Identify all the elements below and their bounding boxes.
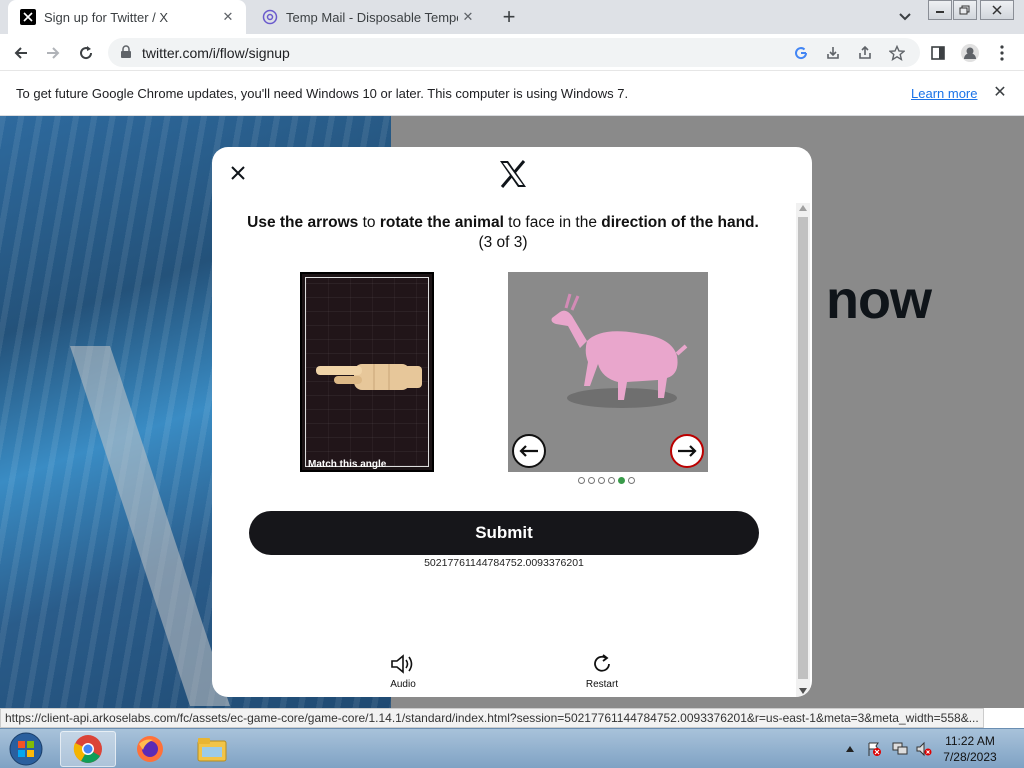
folder-icon [197, 738, 227, 762]
link-status-bar: https://client-api.arkoselabs.com/fc/ass… [0, 708, 984, 728]
minimize-button[interactable] [928, 0, 952, 20]
restart-label: Restart [585, 679, 619, 690]
progress-dot [588, 477, 595, 484]
restart-icon [589, 652, 615, 676]
progress-dot [578, 477, 585, 484]
profile-avatar-icon[interactable] [957, 40, 983, 66]
x-logo-icon [20, 9, 36, 25]
submit-button[interactable]: Submit [249, 511, 759, 555]
bookmark-star-icon[interactable] [888, 44, 906, 62]
browser-toolbar: twitter.com/i/flow/signup [0, 34, 1024, 71]
close-window-button[interactable] [980, 0, 1014, 20]
url-text: twitter.com/i/flow/signup [142, 45, 290, 61]
lock-icon [120, 45, 132, 64]
rotate-left-button[interactable] [512, 434, 546, 468]
system-clock[interactable]: 11:22 AM 7/28/2023 [940, 733, 1000, 765]
forward-arrow-icon[interactable] [40, 40, 66, 66]
chevron-down-icon[interactable] [896, 8, 914, 26]
tab-temp-mail[interactable]: Temp Mail - Disposable Temporary ✕ [250, 0, 486, 34]
address-bar[interactable]: twitter.com/i/flow/signup [108, 38, 920, 67]
rotate-right-button[interactable] [670, 434, 704, 468]
pointing-hand-icon [316, 364, 422, 390]
google-icon[interactable] [792, 44, 810, 62]
learn-more-link[interactable]: Learn more [911, 86, 977, 101]
instruction-part: to face in the [503, 214, 602, 231]
instruction-part: to [358, 214, 380, 231]
instruction-part: Use the arrows [247, 214, 359, 231]
instruction-part: rotate the animal [379, 214, 504, 231]
chrome-taskbar-button[interactable] [60, 731, 116, 767]
action-center-flag-icon[interactable] [864, 739, 884, 759]
install-app-icon[interactable] [824, 44, 842, 62]
reference-caption: Match this angle [308, 459, 387, 470]
clock-date: 7/28/2023 [943, 750, 997, 764]
audio-button[interactable]: Audio [373, 652, 433, 690]
tab-twitter-signup[interactable]: Sign up for Twitter / X ✕ [8, 0, 246, 34]
scroll-up-arrow-icon[interactable] [799, 205, 807, 211]
tab-title: Temp Mail - Disposable Temporary [286, 9, 458, 25]
x-logo-icon [70, 346, 230, 706]
clock-time: 11:22 AM [945, 734, 995, 748]
captcha-modal: Use the arrows to rotate the animal to f… [212, 147, 812, 697]
chrome-icon [73, 735, 102, 763]
update-infobar: To get future Google Chrome updates, you… [0, 71, 1024, 116]
scroll-thumb[interactable] [798, 217, 808, 679]
goat-figure [551, 293, 688, 408]
close-tab-icon[interactable]: ✕ [218, 7, 238, 27]
scroll-down-arrow-icon[interactable] [799, 688, 807, 694]
reload-icon[interactable] [73, 40, 99, 66]
restart-button[interactable]: Restart [572, 652, 632, 690]
x-logo-icon [500, 160, 526, 188]
volume-muted-icon[interactable] [914, 739, 934, 759]
windows-taskbar: 11:22 AM 7/28/2023 [0, 728, 1024, 768]
at-sign-icon [262, 9, 278, 25]
explorer-taskbar-button[interactable] [184, 731, 240, 767]
progress-dot [628, 477, 635, 484]
step-counter: (3 of 3) [478, 234, 528, 251]
close-infobar-icon[interactable]: ✕ [990, 82, 1010, 102]
restore-button[interactable] [953, 0, 977, 20]
audio-label: Audio [390, 679, 416, 690]
progress-dot [608, 477, 615, 484]
reference-hand-image: Match this angle [300, 272, 434, 472]
start-button[interactable] [4, 731, 48, 767]
tab-title: Sign up for Twitter / X [44, 9, 169, 25]
share-icon[interactable] [856, 44, 874, 62]
more-menu-icon[interactable] [989, 40, 1015, 66]
windows-logo-icon [9, 732, 43, 766]
instruction-part: direction of the hand. [601, 214, 759, 231]
infobar-message: To get future Google Chrome updates, you… [16, 86, 629, 101]
firefox-taskbar-button[interactable] [122, 731, 178, 767]
progress-dots [578, 477, 635, 484]
close-tab-icon[interactable]: ✕ [458, 7, 478, 27]
session-id: 50217761144784752.0093376201 [424, 557, 584, 569]
firefox-icon [137, 736, 163, 762]
speaker-icon [390, 652, 416, 676]
progress-dot [598, 477, 605, 484]
close-icon[interactable] [226, 161, 250, 185]
modal-scrollbar[interactable] [796, 203, 810, 697]
back-arrow-icon[interactable] [8, 40, 34, 66]
background-headline: now [826, 270, 932, 330]
rotatable-animal-image [508, 272, 708, 472]
show-hidden-icons-arrow[interactable] [843, 739, 857, 759]
side-panel-icon[interactable] [925, 40, 951, 66]
network-icon[interactable] [890, 739, 910, 759]
captcha-instruction: Use the arrows to rotate the animal to f… [232, 214, 774, 252]
tab-strip: Sign up for Twitter / X ✕ Temp Mail - Di… [0, 0, 1024, 34]
new-tab-button[interactable]: + [497, 4, 521, 29]
progress-dot-active [618, 477, 625, 484]
